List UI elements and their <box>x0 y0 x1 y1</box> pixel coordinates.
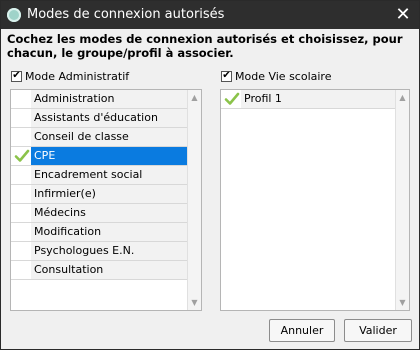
mode-vie-scolaire-label: Mode Vie scolaire <box>235 69 332 83</box>
cancel-button[interactable]: Annuler <box>269 319 335 342</box>
item-checkbox[interactable] <box>11 261 32 279</box>
validate-button[interactable]: Valider <box>344 319 412 342</box>
app-logo-icon <box>7 8 21 22</box>
mode-vie-scolaire-toggle[interactable]: ✔ Mode Vie scolaire <box>221 69 331 83</box>
administratif-profile-list: Administration Assistants d'éducation Cons… <box>10 89 202 311</box>
list-item[interactable]: Conseil de classe <box>11 128 188 147</box>
scroll-up-icon[interactable]: ▲ <box>398 93 407 102</box>
vie-scolaire-list-body: Profil 1 <box>221 90 396 109</box>
scroll-up-icon[interactable]: ▲ <box>190 93 199 102</box>
list-item[interactable]: Assistants d'éducation <box>11 109 188 128</box>
administratif-scrollbar[interactable]: ▲ ▼ <box>187 90 201 310</box>
checkmark-icon <box>14 149 30 162</box>
mode-administratif-toggle[interactable]: ✔ Mode Administratif <box>11 69 129 83</box>
list-item[interactable]: Psychologues E.N. <box>11 242 188 261</box>
list-item[interactable]: Administration <box>11 90 188 109</box>
item-checkbox[interactable] <box>11 185 32 203</box>
list-item[interactable]: Consultation <box>11 261 188 280</box>
item-label: Consultation <box>31 261 188 279</box>
item-label: Psychologues E.N. <box>31 242 188 260</box>
item-checkbox[interactable] <box>11 204 32 222</box>
item-label: Administration <box>31 90 188 108</box>
item-checkbox[interactable] <box>11 242 32 260</box>
vie-scolaire-scrollbar[interactable]: ▲ ▼ <box>395 90 409 310</box>
item-checkbox[interactable] <box>11 128 32 146</box>
item-label: Médecins <box>31 204 188 222</box>
dialog-window: Modes de connexion autorisés ✕ Cochez le… <box>0 0 420 350</box>
list-item[interactable]: Encadrement social <box>11 166 188 185</box>
item-label: Profil 1 <box>241 90 396 108</box>
mode-administratif-label: Mode Administratif <box>25 69 130 83</box>
list-item[interactable]: Infirmier(e) <box>11 185 188 204</box>
item-checkbox[interactable] <box>11 90 32 108</box>
item-label: Encadrement social <box>31 166 188 184</box>
vie-scolaire-profile-list: Profil 1 ▲ ▼ <box>220 89 410 311</box>
item-label: Assistants d'éducation <box>31 109 188 127</box>
item-label: Infirmier(e) <box>31 185 188 203</box>
item-checkbox[interactable] <box>11 223 32 241</box>
list-item[interactable]: Modification <box>11 223 188 242</box>
scroll-down-icon[interactable]: ▼ <box>190 298 199 307</box>
item-checkbox[interactable] <box>11 147 32 165</box>
administratif-list-body: Administration Assistants d'éducation Cons… <box>11 90 188 280</box>
mode-administratif-checkbox[interactable]: ✔ <box>11 70 22 82</box>
checkmark-icon <box>224 92 240 105</box>
list-item[interactable]: CPE <box>11 147 188 166</box>
item-checkbox[interactable] <box>221 90 242 108</box>
title-bar[interactable]: Modes de connexion autorisés ✕ <box>1 1 419 29</box>
item-checkbox[interactable] <box>11 166 32 184</box>
close-icon[interactable]: ✕ <box>393 5 413 25</box>
dialog-title: Modes de connexion autorisés <box>27 7 225 22</box>
item-label: CPE <box>31 147 188 165</box>
item-label: Conseil de classe <box>31 128 188 146</box>
instruction-text: Cochez les modes de connexion autorisés … <box>7 32 403 60</box>
mode-vie-scolaire-checkbox[interactable]: ✔ <box>221 70 232 82</box>
item-checkbox[interactable] <box>11 109 32 127</box>
scroll-down-icon[interactable]: ▼ <box>398 298 407 307</box>
item-label: Modification <box>31 223 188 241</box>
list-item[interactable]: Profil 1 <box>221 90 396 109</box>
list-item[interactable]: Médecins <box>11 204 188 223</box>
